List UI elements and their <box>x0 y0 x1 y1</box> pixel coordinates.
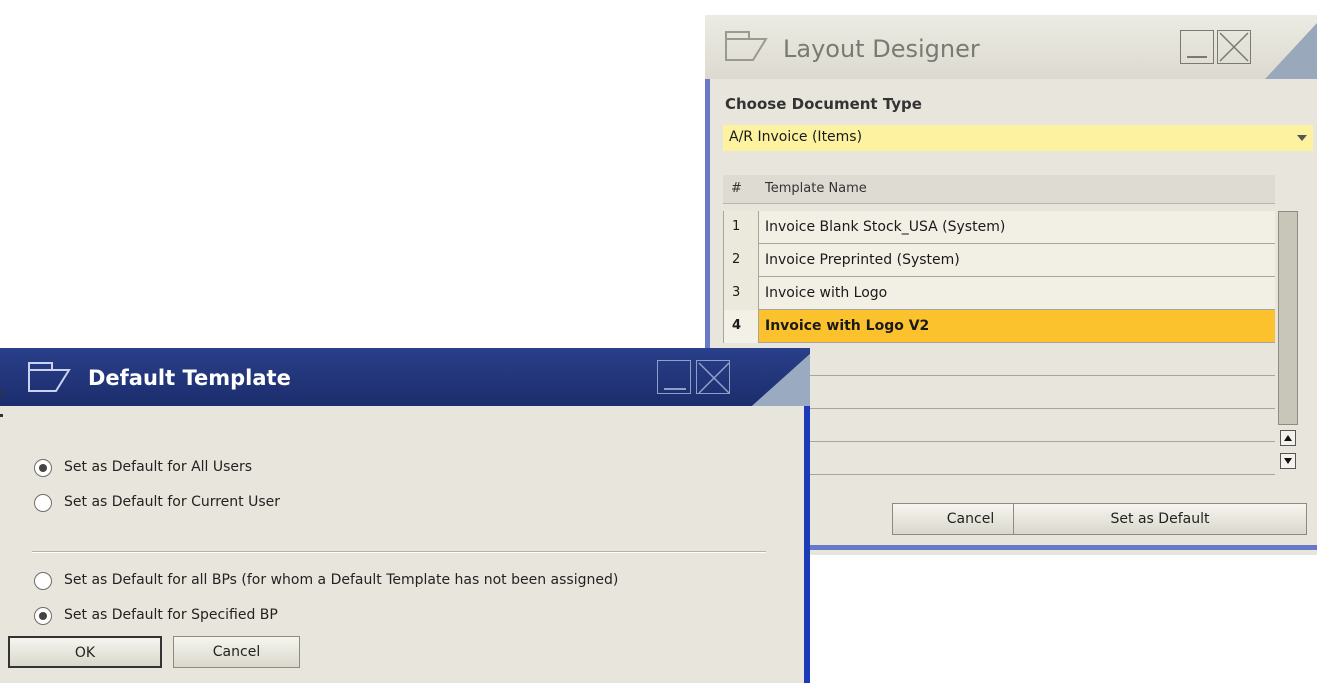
ok-button[interactable]: OK <box>8 636 162 668</box>
row-number: 4 <box>732 318 742 333</box>
table-row[interactable]: 2 Invoice Preprinted (System) <box>723 244 1275 277</box>
radio-label[interactable]: Set as Default for All Users <box>64 459 252 475</box>
scroll-up-button[interactable] <box>1280 430 1296 446</box>
document-type-dropdown[interactable]: A/R Invoice (Items) <box>723 125 1313 151</box>
minimize-button[interactable] <box>1180 30 1214 64</box>
window-title: Layout Designer <box>783 35 980 63</box>
dialog-border <box>804 406 810 683</box>
edge-artifact <box>0 392 3 417</box>
arrow-down-icon <box>1284 458 1292 464</box>
row-number-cell[interactable]: 4 <box>723 310 759 343</box>
radio-label[interactable]: Set as Default for Specified BP <box>64 607 278 623</box>
radio-label[interactable]: Set as Default for Current User <box>64 494 280 510</box>
document-type-value: A/R Invoice (Items) <box>729 129 863 145</box>
row-number-cell[interactable]: 3 <box>723 277 759 310</box>
row-number: 1 <box>732 219 741 234</box>
arrow-up-icon <box>1284 435 1292 441</box>
chevron-down-icon[interactable] <box>1297 135 1307 141</box>
radio-button[interactable] <box>34 572 52 590</box>
row-number: 3 <box>732 285 741 300</box>
radio-label[interactable]: Set as Default for all BPs (for whom a D… <box>64 572 618 588</box>
column-header-number: # <box>731 181 742 196</box>
window-icon <box>725 31 768 61</box>
template-name-cell: Invoice Preprinted (System) <box>765 252 960 268</box>
document-type-label: Choose Document Type <box>725 95 922 113</box>
scrollbar-track[interactable] <box>1278 211 1298 425</box>
template-name-cell: Invoice Blank Stock_USA (System) <box>765 219 1006 235</box>
window-icon <box>28 362 71 392</box>
vertical-scrollbar[interactable] <box>1278 211 1298 473</box>
minimize-icon <box>1187 56 1207 58</box>
row-number-cell[interactable]: 1 <box>723 211 759 244</box>
minimize-icon <box>664 388 686 390</box>
table-row[interactable]: 1 Invoice Blank Stock_USA (System) <box>723 211 1275 244</box>
cancel-button[interactable]: Cancel <box>173 636 300 668</box>
divider <box>32 551 766 553</box>
dialog-title: Default Template <box>88 366 291 390</box>
table-row[interactable]: 3 Invoice with Logo <box>723 277 1275 310</box>
scroll-down-button[interactable] <box>1280 453 1296 469</box>
minimize-button[interactable] <box>657 360 691 394</box>
table-row-selected[interactable]: 4 Invoice with Logo V2 <box>723 310 1275 343</box>
row-number: 2 <box>732 252 741 267</box>
default-template-dialog: Default Template Set as Default for All … <box>0 348 810 683</box>
close-button[interactable] <box>1217 30 1251 64</box>
column-header-template-name: Template Name <box>765 181 867 196</box>
template-name-cell: Invoice with Logo <box>765 285 888 301</box>
close-button[interactable] <box>696 360 730 394</box>
set-as-default-button[interactable]: Set as Default <box>1013 503 1307 535</box>
close-icon <box>1219 32 1249 62</box>
template-name-cell: Invoice with Logo V2 <box>765 318 930 334</box>
radio-button[interactable] <box>34 494 52 512</box>
radio-button-checked[interactable] <box>34 459 52 477</box>
row-number-cell[interactable]: 2 <box>723 244 759 277</box>
radio-button-checked[interactable] <box>34 607 52 625</box>
grid-header: # Template Name <box>723 175 1275 204</box>
close-icon <box>698 362 730 394</box>
